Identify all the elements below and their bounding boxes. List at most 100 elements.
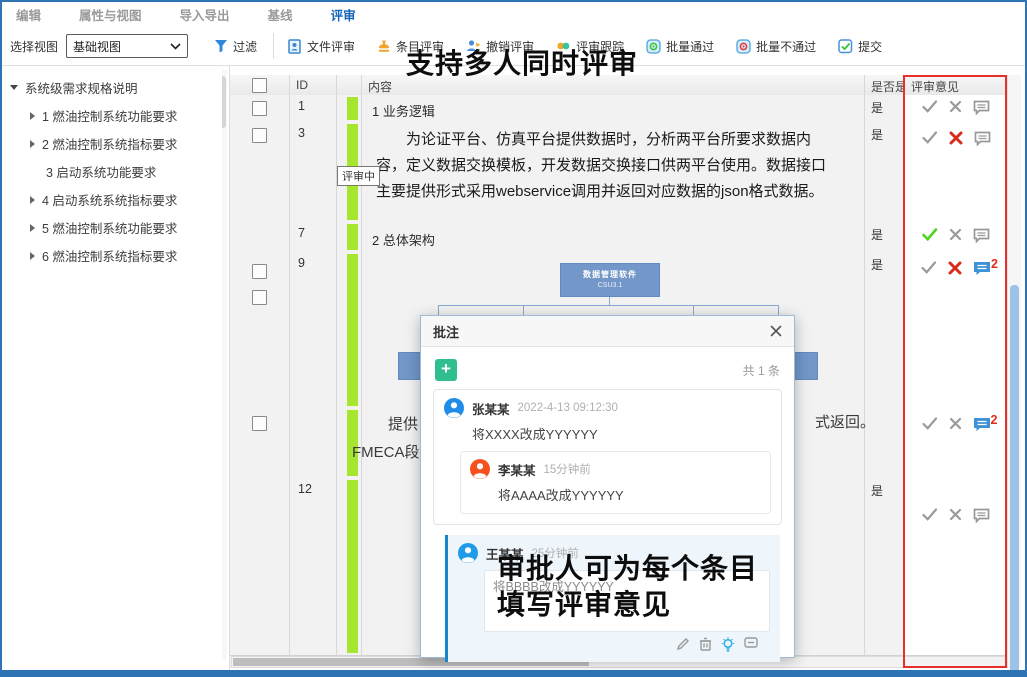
table-row: 1 1 业务逻辑 是 <box>230 95 1007 123</box>
comment-icon[interactable] <box>973 508 990 528</box>
close-icon[interactable] <box>770 325 782 337</box>
tree-item-label: 1 燃油控制系统功能要求 <box>42 106 177 125</box>
view-select-value: 基础视图 <box>73 38 121 55</box>
diagram-connector <box>609 297 610 305</box>
view-select-dropdown[interactable]: 基础视图 <box>66 34 188 58</box>
toolbar-separator <box>273 33 274 59</box>
tree-item-6[interactable]: 6 燃油控制系统指标要求 <box>30 246 177 265</box>
pass-flag: 是 <box>865 478 904 499</box>
tab-baseline[interactable]: 基线 <box>268 5 293 24</box>
tree-item-3[interactable]: 3 启动系统功能要求 <box>30 162 156 181</box>
file-review-button[interactable]: 文件评审 <box>288 38 355 55</box>
delete-trash-icon[interactable] <box>699 637 712 651</box>
row-content-fragment: FMECA段 <box>352 441 420 462</box>
tab-properties-views[interactable]: 属性与视图 <box>79 5 142 24</box>
comment-time: 2022-4-13 09:12:30 <box>518 402 618 414</box>
tree-item-4[interactable]: 4 启动系统系统指标要求 <box>30 190 177 209</box>
arrow-right-icon <box>30 196 35 204</box>
add-comment-button[interactable]: + <box>435 359 457 381</box>
comment-icon[interactable]: 2 <box>973 417 991 437</box>
approve-icon[interactable] <box>922 228 938 241</box>
batch-fail-button[interactable]: 批量不通过 <box>736 38 816 55</box>
submit-button[interactable]: 提交 <box>838 38 882 55</box>
comment-count-label: 共 1 条 <box>743 362 780 379</box>
tab-review[interactable]: 评审 <box>331 5 356 24</box>
tree-root[interactable]: 系统级需求规格说明 <box>10 78 138 97</box>
reply-bubble-icon[interactable] <box>744 637 758 650</box>
tree-item-label: 4 启动系统系统指标要求 <box>42 190 177 209</box>
overlay-note-bottom-line2: 填写评审意见 <box>497 583 671 623</box>
vertical-scrollbar-thumb[interactable] <box>1010 285 1019 677</box>
select-all-checkbox[interactable] <box>252 78 267 93</box>
batch-pass-label: 批量通过 <box>666 38 714 55</box>
approve-icon[interactable] <box>922 417 938 430</box>
reply-card: 李某某 15分钟前 将AAAA改成YYYYYY <box>460 451 771 514</box>
filter-label: 过滤 <box>233 38 257 55</box>
file-review-label: 文件评审 <box>307 38 355 55</box>
comment-author: 张某某 <box>472 399 510 418</box>
pass-flag: 是 <box>865 222 904 243</box>
badge-pass-icon <box>646 39 661 54</box>
vertical-scrollbar[interactable] <box>1007 75 1021 668</box>
tree-item-1[interactable]: 1 燃油控制系统功能要求 <box>30 106 177 125</box>
comment-icon[interactable]: 2 <box>973 261 991 281</box>
tree-item-2[interactable]: 2 燃油控制系统指标要求 <box>30 134 177 153</box>
arrow-right-icon <box>30 224 35 232</box>
batch-pass-button[interactable]: 批量通过 <box>646 38 714 55</box>
tree-item-label: 5 燃油控制系统功能要求 <box>42 218 177 237</box>
reject-icon[interactable] <box>948 261 962 275</box>
tree-root-label: 系统级需求规格说明 <box>25 78 138 97</box>
diagram-node-code: CSU3.1 <box>561 282 659 289</box>
row-content: 为论证平台、仿真平台提供数据时，分析两平台所要求数据内容，定义数据交换模板，开发… <box>362 122 864 205</box>
app-window: 编辑 属性与视图 导入导出 基线 评审 选择视图 基础视图 过滤 文件评审 条目… <box>0 0 1027 677</box>
edit-pencil-icon[interactable] <box>676 637 690 651</box>
row-id: 1 <box>290 95 336 113</box>
approve-icon[interactable] <box>922 508 938 521</box>
pass-flag: 是 <box>865 95 904 116</box>
reject-icon[interactable] <box>949 131 963 145</box>
comment-icon[interactable] <box>973 228 990 248</box>
document-user-icon <box>288 39 302 54</box>
check-square-icon <box>838 39 853 54</box>
filter-button[interactable]: 过滤 <box>214 38 257 55</box>
tree-item-5[interactable]: 5 燃油控制系统功能要求 <box>30 218 177 237</box>
overlay-note-bottom-line1: 审批人可为每个条目 <box>497 547 758 587</box>
tree-item-label: 6 燃油控制系统指标要求 <box>42 246 177 265</box>
row-select-checkbox[interactable] <box>252 101 267 116</box>
tab-edit[interactable]: 编辑 <box>16 5 41 24</box>
tab-import-export[interactable]: 导入导出 <box>180 5 230 24</box>
tree-item-label: 2 燃油控制系统指标要求 <box>42 134 177 153</box>
approve-icon[interactable] <box>922 100 938 113</box>
reject-icon[interactable] <box>949 417 962 430</box>
badge-fail-icon <box>736 39 751 54</box>
reject-icon[interactable] <box>949 228 962 241</box>
reject-icon[interactable] <box>949 100 962 113</box>
comment-text: 将XXXX改成YYYYYY <box>472 424 771 443</box>
row-select-checkbox[interactable] <box>252 290 267 305</box>
approve-icon[interactable] <box>921 261 937 274</box>
chevron-down-icon <box>170 43 181 50</box>
row-select-checkbox[interactable] <box>252 128 267 143</box>
row-content-fragment: 提供 <box>388 413 418 434</box>
arrow-placeholder <box>30 167 39 176</box>
reject-icon[interactable] <box>949 508 962 521</box>
row-id: 7 <box>290 222 336 240</box>
reply-author: 李某某 <box>498 460 536 479</box>
row-select-checkbox[interactable] <box>252 264 267 279</box>
comment-icon[interactable] <box>974 131 991 151</box>
view-select-label: 选择视图 <box>10 38 58 55</box>
comment-count-badge: 2 <box>991 413 998 427</box>
window-border-top <box>0 0 1027 2</box>
submit-label: 提交 <box>858 38 882 55</box>
comment-icon[interactable] <box>973 100 990 120</box>
lightbulb-icon[interactable] <box>721 637 735 652</box>
requirements-tree: 系统级需求规格说明 1 燃油控制系统功能要求 2 燃油控制系统指标要求 3 启动… <box>2 66 222 670</box>
modal-title: 批注 <box>433 322 459 341</box>
review-status-tooltip: 评审中 <box>337 166 380 186</box>
stamp-icon <box>377 39 391 53</box>
arrow-down-icon <box>10 85 18 90</box>
row-select-checkbox[interactable] <box>252 416 267 431</box>
modal-header: 批注 <box>421 316 794 347</box>
row-id: 12 <box>290 478 336 496</box>
approve-icon[interactable] <box>922 131 938 144</box>
